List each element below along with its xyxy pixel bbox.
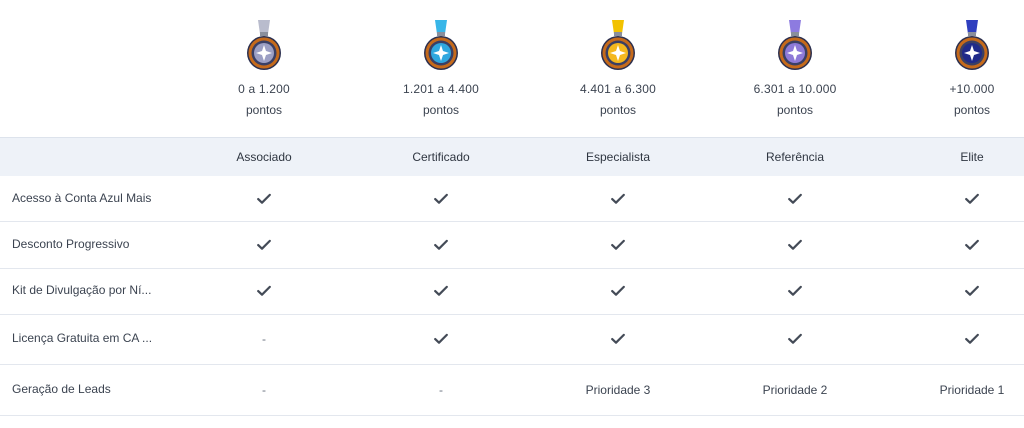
gold-medal-icon bbox=[601, 20, 635, 70]
tier-label: Certificado bbox=[412, 150, 470, 164]
priority-value: Prioridade 2 bbox=[762, 383, 828, 397]
blue-medal-icon bbox=[424, 20, 458, 70]
feature-label: Licença Gratuita em CA ... bbox=[12, 331, 153, 345]
points-unit: pontos bbox=[599, 103, 637, 117]
feature-label: Acesso à Conta Azul Mais bbox=[12, 191, 152, 205]
check-icon bbox=[788, 285, 802, 297]
check-icon bbox=[434, 333, 448, 345]
medal bbox=[244, 20, 284, 77]
points-range: 6.301 a 10.000 bbox=[753, 82, 837, 96]
navy-medal-icon bbox=[955, 20, 989, 70]
check-icon bbox=[611, 193, 625, 205]
check-icon bbox=[257, 285, 271, 297]
tier-label: Elite bbox=[960, 150, 984, 164]
check-icon bbox=[257, 193, 271, 205]
feature-row: Geração de Leads - - Prioridade 3 Prioridade… bbox=[0, 364, 1024, 416]
check-icon bbox=[788, 333, 802, 345]
check-icon bbox=[788, 239, 802, 251]
points-unit: pontos bbox=[422, 103, 460, 117]
feature-row: Kit de Divulgação por Ní... bbox=[0, 268, 1024, 315]
points-unit: pontos bbox=[953, 103, 991, 117]
priority-value: Prioridade 1 bbox=[939, 383, 1005, 397]
check-icon bbox=[611, 333, 625, 345]
check-icon bbox=[965, 193, 979, 205]
purple-medal-icon bbox=[778, 20, 812, 70]
points-range: 4.401 a 6.300 bbox=[579, 82, 656, 96]
check-icon bbox=[611, 285, 625, 297]
check-icon bbox=[788, 193, 802, 205]
check-icon bbox=[611, 239, 625, 251]
points-range: 0 a 1.200 bbox=[238, 82, 290, 96]
comparison-table: 0 a 1.200 pontos 1.201 a 4.400 pontos 4.… bbox=[0, 0, 1024, 428]
not-included-dash: - bbox=[439, 383, 443, 397]
feature-row: Acesso à Conta Azul Mais bbox=[0, 176, 1024, 222]
check-icon bbox=[434, 239, 448, 251]
feature-label: Geração de Leads bbox=[12, 382, 111, 396]
tier-header-bar: Associado Certificado Especialista Referênc… bbox=[0, 137, 1024, 176]
medal bbox=[952, 20, 992, 77]
feature-row: Desconto Progressivo bbox=[0, 222, 1024, 269]
feature-row: Licença Gratuita em CA ... - bbox=[0, 314, 1024, 365]
medal bbox=[598, 20, 638, 77]
check-icon bbox=[965, 333, 979, 345]
not-included-dash: - bbox=[262, 383, 266, 397]
check-icon bbox=[434, 193, 448, 205]
silver-medal-icon bbox=[247, 20, 281, 70]
priority-value: Prioridade 3 bbox=[585, 383, 651, 397]
not-included-dash: - bbox=[262, 332, 266, 346]
check-icon bbox=[434, 285, 448, 297]
points-range: +10.000 bbox=[949, 82, 995, 96]
tier-label: Referência bbox=[765, 150, 825, 164]
medal-header: 0 a 1.200 pontos 1.201 a 4.400 pontos 4.… bbox=[0, 0, 1024, 137]
check-icon bbox=[965, 239, 979, 251]
medal bbox=[775, 20, 815, 77]
feature-label: Desconto Progressivo bbox=[12, 237, 130, 251]
feature-label: Kit de Divulgação por Ní... bbox=[12, 283, 152, 297]
points-unit: pontos bbox=[776, 103, 814, 117]
check-icon bbox=[965, 285, 979, 297]
points-range: 1.201 a 4.400 bbox=[402, 82, 479, 96]
medal bbox=[421, 20, 461, 77]
check-icon bbox=[257, 239, 271, 251]
tier-label: Associado bbox=[236, 150, 292, 164]
tier-label: Especialista bbox=[585, 150, 651, 164]
points-unit: pontos bbox=[245, 103, 283, 117]
